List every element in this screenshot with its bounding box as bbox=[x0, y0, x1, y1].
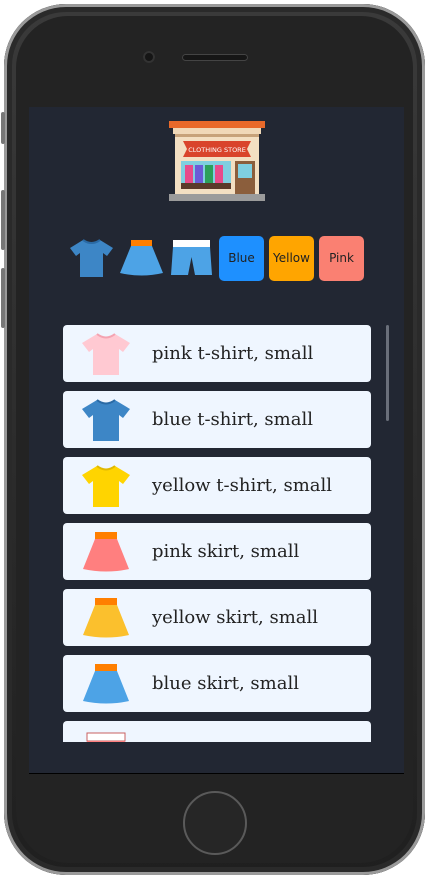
blue-filter-label: Blue bbox=[228, 251, 255, 265]
home-button[interactable] bbox=[183, 791, 247, 855]
skirt-filter-button[interactable] bbox=[119, 236, 164, 281]
tshirt-icon bbox=[78, 329, 134, 379]
pink-filter-label: Pink bbox=[329, 251, 354, 265]
item-label: blue skirt, small bbox=[152, 673, 299, 694]
list-scrollbar[interactable] bbox=[386, 325, 389, 421]
skirt-icon bbox=[120, 240, 163, 276]
list-item[interactable]: blue skirt, small bbox=[63, 655, 371, 712]
tshirt-icon bbox=[78, 395, 134, 445]
item-label: pink skirt, small bbox=[152, 541, 300, 562]
item-label: pink t-shirt, small bbox=[152, 343, 314, 364]
filter-bar: Blue Yellow Pink bbox=[69, 235, 364, 281]
yellow-filter-label: Yellow bbox=[273, 251, 310, 265]
list-item[interactable]: pink t-shirt, small bbox=[63, 325, 371, 382]
tshirt-icon bbox=[78, 461, 134, 511]
tshirt-icon bbox=[70, 239, 113, 277]
front-camera bbox=[143, 51, 155, 63]
shorts-filter-button[interactable] bbox=[169, 236, 214, 281]
item-label: yellow t-shirt, small bbox=[152, 475, 333, 496]
app-screen: CLOTHING STORE Blue Yellow Pink pink t-s… bbox=[29, 107, 404, 774]
list-item[interactable]: yellow t-shirt, small bbox=[63, 457, 371, 514]
earpiece-speaker bbox=[182, 54, 248, 61]
skirt-icon bbox=[78, 659, 134, 709]
blue-filter-button[interactable]: Blue bbox=[219, 235, 264, 281]
item-label: blue t-shirt, small bbox=[152, 409, 313, 430]
mute-switch bbox=[1, 112, 5, 144]
shorts-icon bbox=[171, 240, 212, 275]
skirt-icon bbox=[78, 593, 134, 643]
volume-up-button bbox=[1, 190, 5, 250]
list-item[interactable]: yellow skirt, small bbox=[63, 589, 371, 646]
list-item[interactable] bbox=[63, 721, 371, 742]
volume-down-button bbox=[1, 268, 5, 328]
list-item[interactable]: pink skirt, small bbox=[63, 523, 371, 580]
clothing-store-logo: CLOTHING STORE bbox=[169, 121, 265, 201]
list-item[interactable]: blue t-shirt, small bbox=[63, 391, 371, 448]
shorts-icon bbox=[78, 725, 134, 742]
pink-filter-button[interactable]: Pink bbox=[319, 235, 364, 281]
product-list[interactable]: pink t-shirt, small blue t-shirt, small … bbox=[63, 325, 371, 742]
store-sign-text: CLOTHING STORE bbox=[188, 146, 246, 154]
skirt-icon bbox=[78, 527, 134, 577]
yellow-filter-button[interactable]: Yellow bbox=[269, 235, 314, 281]
tshirt-filter-button[interactable] bbox=[69, 236, 114, 281]
item-label: yellow skirt, small bbox=[152, 607, 319, 628]
